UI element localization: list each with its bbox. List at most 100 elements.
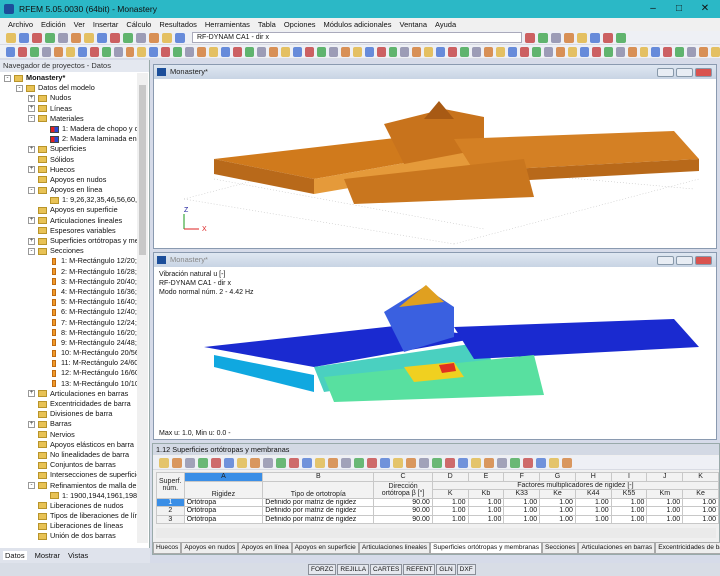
toolbar-button-icon[interactable] <box>616 32 626 43</box>
cell-direccion[interactable]: 90.00 <box>373 506 433 516</box>
toolbar-button-icon[interactable] <box>173 46 183 57</box>
tree-item[interactable]: + Articulaciones lineales <box>0 216 137 226</box>
row-number[interactable]: 1 <box>156 497 185 507</box>
table-tool-icon[interactable] <box>185 457 195 468</box>
cell-factor[interactable]: 1.00 <box>539 506 576 516</box>
cell-factor[interactable]: 1.00 <box>467 497 505 507</box>
tree-item[interactable]: Sólidos <box>0 155 137 165</box>
tab-vistas[interactable]: Vistas <box>68 551 88 560</box>
cell-rigidez[interactable]: Ortótropa <box>183 506 264 516</box>
toolbar-button-icon[interactable] <box>304 46 314 57</box>
menu-4[interactable]: Cálculo <box>126 20 151 29</box>
view-minimize-button[interactable] <box>657 68 674 77</box>
cell-factor[interactable]: 1.00 <box>646 497 684 507</box>
expand-icon[interactable]: + <box>28 420 35 428</box>
expand-icon[interactable]: + <box>28 390 35 398</box>
table-tool-icon[interactable] <box>289 457 299 468</box>
cell-factor[interactable]: 1.00 <box>682 497 719 507</box>
cell-factor[interactable]: 1.00 <box>503 497 541 507</box>
toolbar-button-icon[interactable] <box>352 46 362 57</box>
table-hscrollbar[interactable] <box>156 528 716 538</box>
toolbar-button-icon[interactable] <box>209 46 219 57</box>
status-toggle-refent[interactable]: REFENT <box>403 564 436 575</box>
cell-factor[interactable]: 1.00 <box>610 506 648 516</box>
table-tool-icon[interactable] <box>432 457 442 468</box>
cell-factor[interactable]: 1.00 <box>539 514 576 524</box>
toolbar-button-icon[interactable] <box>531 46 541 57</box>
toolbar-button-icon[interactable] <box>388 46 398 57</box>
table-tool-icon[interactable] <box>276 457 286 468</box>
toolbar-button-icon[interactable] <box>245 46 255 57</box>
cell-factor[interactable]: 1.00 <box>610 514 648 524</box>
toolbar-button-icon[interactable] <box>687 46 697 57</box>
tree-item[interactable]: 6: M-Rectángulo 12/40; M... <box>0 307 137 317</box>
tree-item[interactable]: 4: M-Rectángulo 16/36; M... <box>0 287 137 297</box>
toolbar-button-icon[interactable] <box>448 46 458 57</box>
table-tab[interactable]: Superficies ortótropas y membranas <box>430 542 543 554</box>
col-letter[interactable]: I <box>610 472 648 482</box>
cell-factor[interactable]: 1.00 <box>682 514 719 524</box>
table-row[interactable]: 2 Ortótropa Definido por matriz de rigidez… <box>156 506 719 516</box>
tree-item[interactable]: - Materiales <box>0 114 137 124</box>
collapse-icon[interactable]: - <box>28 186 35 194</box>
menu-6[interactable]: Herramientas <box>205 20 250 29</box>
toolbar-button-icon[interactable] <box>577 32 587 43</box>
table-tool-icon[interactable] <box>211 457 221 468</box>
cell-factor[interactable]: 1.00 <box>574 514 612 524</box>
tab-mostrar[interactable]: Mostrar <box>35 551 60 560</box>
tree-item[interactable]: - Monastery* <box>0 73 137 83</box>
tree-item[interactable]: - Apoyos en línea <box>0 185 137 195</box>
table-tool-icon[interactable] <box>159 457 169 468</box>
tree-item[interactable]: 11: M-Rectángulo 24/60; M... <box>0 358 137 368</box>
table-tool-icon[interactable] <box>341 457 351 468</box>
toolbar-button-icon[interactable] <box>162 32 172 43</box>
table-tool-icon[interactable] <box>172 457 182 468</box>
toolbar-button-icon[interactable] <box>89 46 99 57</box>
tree-item[interactable]: Divisiones de barra <box>0 409 137 419</box>
toolbar-button-icon[interactable] <box>567 46 577 57</box>
toolbar-button-icon[interactable] <box>97 32 107 43</box>
toolbar-button-icon[interactable] <box>555 46 565 57</box>
table-tool-icon[interactable] <box>484 457 494 468</box>
status-toggle-gln[interactable]: GLN <box>436 564 456 575</box>
cell-factor[interactable]: 1.00 <box>646 506 684 516</box>
results-3d-render[interactable] <box>154 267 716 427</box>
tree-item[interactable]: 1: 1900,1944,1961,1982,200 <box>0 491 137 501</box>
table-tool-icon[interactable] <box>510 457 520 468</box>
cell-tipo[interactable]: Definido por matriz de rigidez <box>262 514 375 524</box>
menu-8[interactable]: Opciones <box>284 20 316 29</box>
toolbar-button-icon[interactable] <box>508 46 517 57</box>
toolbar-button-icon[interactable] <box>53 46 63 57</box>
menu-1[interactable]: Edición <box>41 20 66 29</box>
toolbar-button-icon[interactable] <box>17 46 27 57</box>
toolbar-button-icon[interactable] <box>603 46 613 57</box>
toolbar-button-icon[interactable] <box>484 46 494 57</box>
cell-tipo[interactable]: Definido por matriz de rigidez <box>262 506 375 516</box>
cell-factor[interactable]: 1.00 <box>574 506 612 516</box>
toolbar-button-icon[interactable] <box>6 46 15 57</box>
tree-item[interactable]: - Datos del modelo <box>0 83 137 93</box>
toolbar-button-icon[interactable] <box>113 46 123 57</box>
toolbar-button-icon[interactable] <box>101 46 111 57</box>
table-tab[interactable]: Articulaciones en barras <box>578 542 656 554</box>
toolbar-button-icon[interactable] <box>639 46 649 57</box>
table-tool-icon[interactable] <box>523 457 533 468</box>
cell-factor[interactable]: 1.00 <box>467 514 505 524</box>
expand-icon[interactable]: + <box>28 166 35 174</box>
table-tool-icon[interactable] <box>315 457 325 468</box>
toolbar-button-icon[interactable] <box>615 46 625 57</box>
maximize-button[interactable]: □ <box>666 0 692 18</box>
row-number[interactable]: 3 <box>156 514 185 524</box>
table-tool-icon[interactable] <box>445 457 455 468</box>
table-tool-icon[interactable] <box>471 457 481 468</box>
tree-item[interactable]: Nervios <box>0 430 137 440</box>
cell-factor[interactable]: 1.00 <box>503 506 541 516</box>
data-table[interactable]: Superf. núm. A B C D E F G H I J K Rigidez Tipo de ort… <box>156 472 720 524</box>
table-tool-icon[interactable] <box>237 457 247 468</box>
toolbar-button-icon[interactable] <box>376 46 386 57</box>
cell-factor[interactable]: 1.00 <box>431 506 469 516</box>
toolbar-button-icon[interactable] <box>699 46 709 57</box>
table-tool-icon[interactable] <box>419 457 429 468</box>
table-tab[interactable]: Apoyos en nudos <box>181 542 239 554</box>
cell-factor[interactable]: 1.00 <box>646 514 684 524</box>
